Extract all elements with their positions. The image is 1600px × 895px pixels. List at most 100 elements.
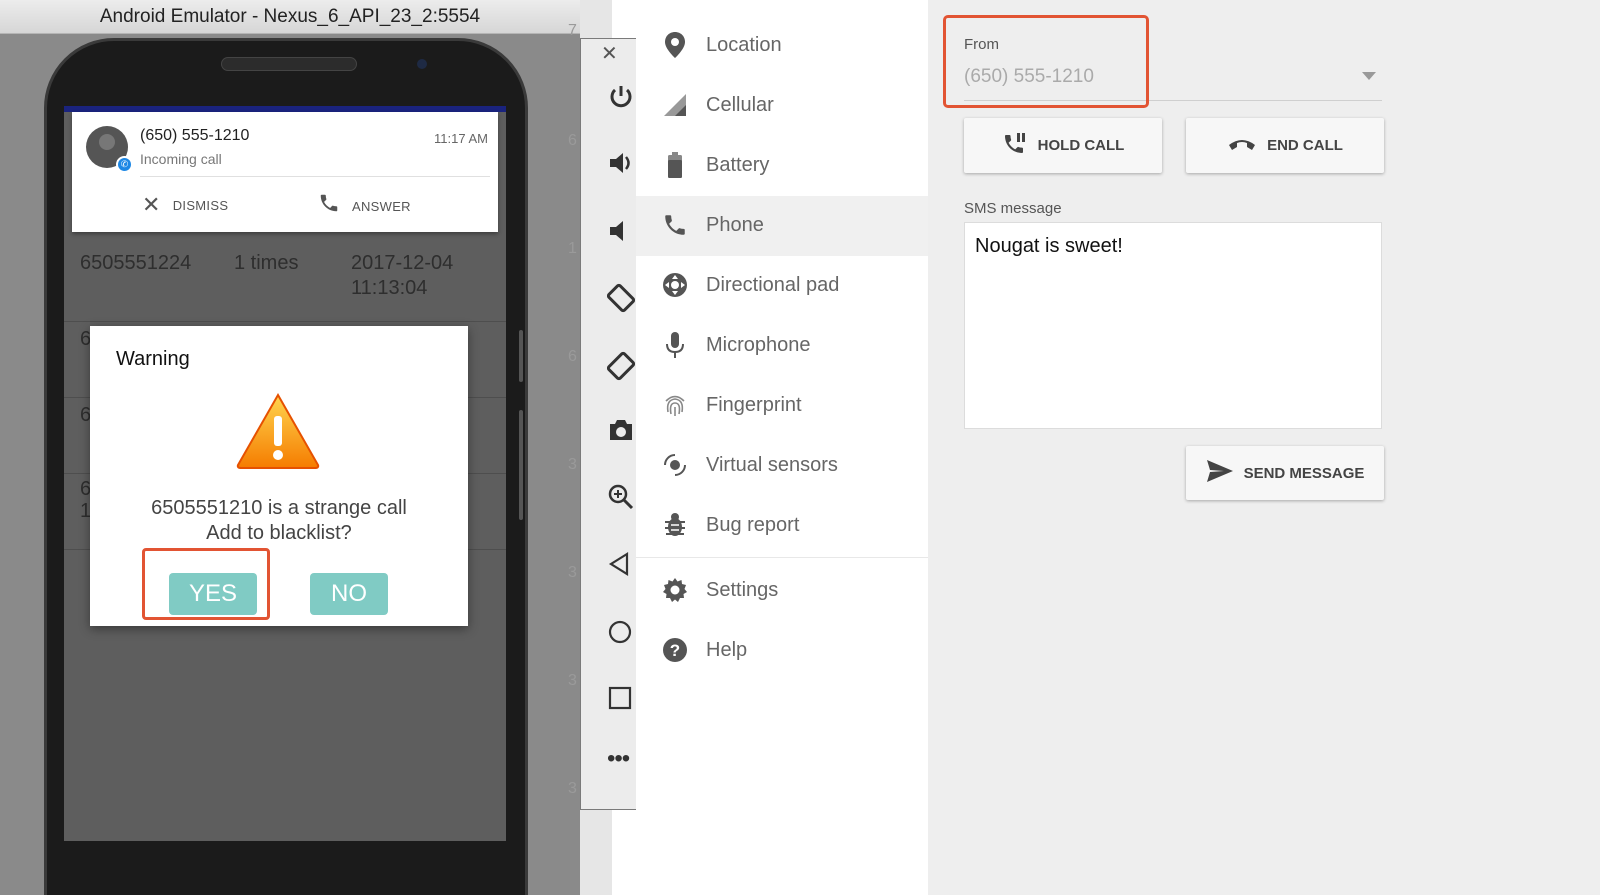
dialog-title: Warning xyxy=(116,348,190,370)
yes-highlight-box xyxy=(142,548,270,620)
rotate-right-icon[interactable] xyxy=(606,351,636,388)
call-log-date: 2017-12-04 xyxy=(351,252,454,274)
gear-icon xyxy=(660,575,690,605)
dialog-message-line2: Add to blacklist? xyxy=(206,522,352,544)
volume-side-button[interactable] xyxy=(519,410,523,520)
volume-down-icon[interactable] xyxy=(607,217,635,252)
end-call-label: END CALL xyxy=(1267,137,1343,154)
menu-item-label: Help xyxy=(706,639,748,661)
menu-item-bug-report[interactable]: Bug report xyxy=(636,496,928,556)
virtual-sensors-icon xyxy=(660,450,690,480)
menu-item-label: Phone xyxy=(706,214,764,236)
sms-label: SMS message xyxy=(964,200,1062,217)
phone-screen: 6505551224 1 times 2017-12-04 11:13:04 6… xyxy=(64,106,506,841)
emulator-toolbar: ✕ ••• xyxy=(580,38,636,810)
background-digit: 3 xyxy=(568,672,577,689)
send-message-label: SEND MESSAGE xyxy=(1243,464,1365,482)
rotate-left-icon[interactable] xyxy=(606,283,636,320)
close-icon[interactable]: ✕ xyxy=(601,41,618,66)
menu-item-label: Fingerprint xyxy=(706,394,802,416)
menu-item-label: Microphone xyxy=(706,334,811,356)
menu-item-battery[interactable]: Battery xyxy=(636,136,928,196)
battery-icon xyxy=(660,150,690,180)
emulator-window: Android Emulator - Nexus_6_API_23_2:5554… xyxy=(0,0,580,895)
help-icon: ? xyxy=(660,635,690,665)
notification-subtitle: Incoming call xyxy=(140,151,222,167)
location-pin-icon xyxy=(660,30,690,60)
end-call-button[interactable]: END CALL xyxy=(1186,118,1384,173)
power-icon[interactable] xyxy=(607,83,635,118)
volume-up-icon[interactable] xyxy=(607,149,635,184)
dismiss-label: DISMISS xyxy=(172,197,229,213)
dialog-message: 6505551210 is a strange call Add to blac… xyxy=(90,496,468,546)
extended-controls-menu: Location Cellular Battery Phone Directio… xyxy=(636,0,928,895)
no-button[interactable]: NO xyxy=(310,573,388,615)
end-call-icon xyxy=(1227,135,1257,157)
menu-item-label: Battery xyxy=(706,154,770,176)
from-highlight-box xyxy=(943,15,1149,108)
menu-item-virtual-sensors[interactable]: Virtual sensors xyxy=(636,436,928,496)
phone-icon xyxy=(660,210,690,240)
answer-label: ANSWER xyxy=(352,198,411,214)
menu-item-fingerprint[interactable]: Fingerprint xyxy=(636,376,928,436)
menu-item-label: Location xyxy=(706,34,782,56)
phone-badge-icon: ✆ xyxy=(116,156,133,173)
zoom-icon[interactable] xyxy=(607,483,635,518)
menu-item-label: Bug report xyxy=(706,514,800,536)
menu-item-location[interactable]: Location xyxy=(636,16,928,76)
phone-icon xyxy=(318,192,340,220)
camera-icon[interactable] xyxy=(607,417,635,450)
cellular-signal-icon xyxy=(660,90,690,120)
power-side-button[interactable] xyxy=(519,330,523,382)
home-icon[interactable] xyxy=(607,619,633,652)
call-log-count: 1 times xyxy=(234,252,299,274)
background-digit: 3 xyxy=(568,456,577,473)
menu-item-label: Cellular xyxy=(706,94,774,116)
menu-item-label: Settings xyxy=(706,579,779,601)
phone-speaker xyxy=(221,57,357,71)
menu-item-label: Directional pad xyxy=(706,274,840,296)
desktop: Android Emulator - Nexus_6_API_23_2:5554… xyxy=(0,0,1600,895)
chevron-down-icon[interactable] xyxy=(1362,72,1376,80)
sms-message-input[interactable]: Nougat is sweet! xyxy=(964,222,1382,429)
menu-item-microphone[interactable]: Microphone xyxy=(636,316,928,376)
menu-item-cellular[interactable]: Cellular xyxy=(636,76,928,136)
fingerprint-icon xyxy=(660,390,690,420)
hold-call-icon xyxy=(1002,131,1028,161)
window-title: Android Emulator - Nexus_6_API_23_2:5554 xyxy=(0,0,580,34)
call-log-row[interactable]: 6505551224 1 times 2017-12-04 11:13:04 xyxy=(64,246,506,322)
menu-item-help[interactable]: ? Help xyxy=(636,621,928,681)
notification-time: 11:17 AM xyxy=(434,131,488,146)
incoming-call-notification[interactable]: ✆ (650) 555-1210 Incoming call 11:17 AM … xyxy=(72,112,498,232)
send-icon xyxy=(1206,459,1234,487)
dismiss-button[interactable]: ✕ DISMISS xyxy=(142,192,228,218)
send-message-button[interactable]: SEND MESSAGE xyxy=(1186,446,1384,500)
notification-caller: (650) 555-1210 xyxy=(140,127,250,144)
warning-icon xyxy=(236,392,320,469)
warning-dialog: Warning 6505551210 is a strange call Add… xyxy=(90,326,468,626)
notification-divider xyxy=(140,176,490,177)
microphone-icon xyxy=(660,330,690,360)
background-digit: 6 xyxy=(568,348,577,365)
overview-icon[interactable] xyxy=(607,685,633,718)
background-digit: 3 xyxy=(568,780,577,797)
menu-item-phone[interactable]: Phone xyxy=(636,196,928,256)
phone-controls-panel: From (650) 555-1210 HOLD CALL END CALL S… xyxy=(928,0,1600,895)
phone-camera xyxy=(417,59,427,69)
more-icon[interactable]: ••• xyxy=(607,745,630,773)
answer-button[interactable]: ANSWER xyxy=(318,192,411,220)
background-digit: 3 xyxy=(568,564,577,581)
dialog-message-line1: 6505551210 is a strange call xyxy=(151,497,407,519)
menu-item-label: Virtual sensors xyxy=(706,454,838,476)
background-digit: 6 xyxy=(568,132,577,149)
back-icon[interactable] xyxy=(607,551,631,584)
menu-divider xyxy=(636,557,928,558)
menu-item-settings[interactable]: Settings xyxy=(636,561,928,621)
hold-call-label: HOLD CALL xyxy=(1037,137,1125,154)
hold-call-button[interactable]: HOLD CALL xyxy=(964,118,1162,173)
menu-item-directional-pad[interactable]: Directional pad xyxy=(636,256,928,316)
bug-icon xyxy=(660,510,690,540)
svg-text:?: ? xyxy=(670,641,680,660)
call-log-time: 11:13:04 xyxy=(351,277,428,299)
call-log-number: 6505551224 xyxy=(80,252,192,274)
